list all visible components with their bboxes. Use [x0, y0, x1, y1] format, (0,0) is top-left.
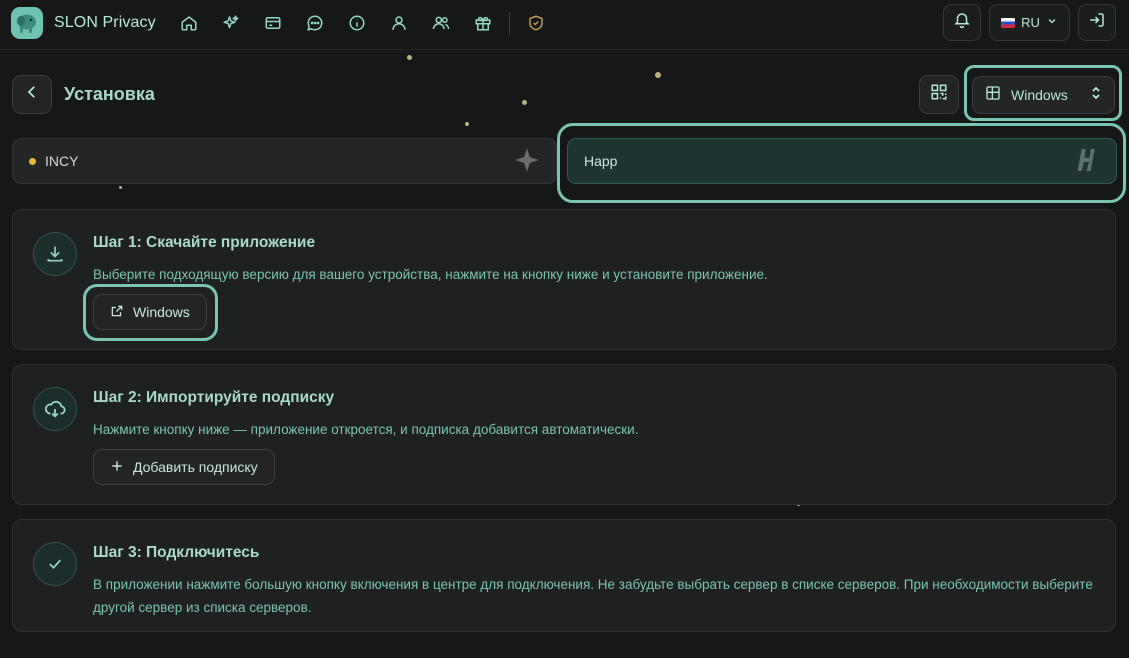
plus-icon	[110, 459, 124, 476]
users-icon[interactable]	[429, 11, 453, 35]
platform-select[interactable]: Windows	[972, 76, 1115, 114]
step-description: В приложении нажмите большую кнопку вклю…	[93, 577, 1093, 615]
happ-logo-icon	[1077, 147, 1100, 176]
back-button[interactable]	[12, 75, 52, 114]
status-dot	[29, 157, 36, 165]
step-card-connect: Шаг 3: Подключитесь В приложении нажмите…	[12, 519, 1116, 632]
download-icon	[33, 232, 77, 276]
app-option-label: INCY	[45, 153, 79, 169]
brand-name: SLON Privacy	[54, 14, 156, 31]
bell-icon	[953, 11, 971, 34]
chevron-up-down-icon	[1090, 85, 1102, 106]
user-icon[interactable]	[387, 11, 411, 35]
logout-icon	[1088, 11, 1106, 34]
platform-select-value: Windows	[1011, 87, 1068, 103]
language-label: RU	[1021, 15, 1040, 30]
external-link-icon	[110, 304, 124, 321]
qr-code-icon	[930, 83, 948, 106]
step-title: Шаг 2: Импортируйте подписку	[93, 389, 335, 406]
step-title: Шаг 1: Скачайте приложение	[93, 234, 316, 251]
app-option-label: Happ	[584, 153, 618, 169]
card-icon[interactable]	[261, 11, 285, 35]
chat-icon[interactable]	[303, 11, 327, 35]
incy-logo-icon	[514, 147, 540, 176]
sparkles-icon[interactable]	[219, 11, 243, 35]
qr-code-button[interactable]	[919, 75, 959, 114]
check-icon	[33, 542, 77, 586]
step-description: Выберите подходящую версию для вашего ус…	[93, 267, 768, 282]
elephant-logo-icon	[11, 7, 43, 39]
step-card-download: Шаг 1: Скачайте приложение Выберите подх…	[12, 209, 1116, 350]
button-label: Windows	[133, 304, 190, 320]
step-title: Шаг 3: Подключитесь	[93, 544, 260, 561]
page-title: Установка	[64, 84, 155, 104]
step-card-import: Шаг 2: Импортируйте подписку Нажмите кно…	[12, 364, 1116, 505]
windows-icon	[985, 85, 1001, 106]
language-selector[interactable]: RU	[989, 4, 1070, 41]
brand[interactable]: SLON Privacy	[11, 7, 156, 39]
chevron-left-icon	[23, 83, 41, 106]
home-icon[interactable]	[177, 11, 201, 35]
chevron-down-icon	[1046, 15, 1058, 30]
nav-divider	[509, 12, 510, 34]
cloud-download-icon	[33, 387, 77, 431]
download-windows-button[interactable]: Windows	[93, 294, 207, 330]
step-description: Нажмите кнопку ниже — приложение откроет…	[93, 422, 639, 437]
button-label: Добавить подписку	[133, 459, 258, 475]
gift-icon[interactable]	[471, 11, 495, 35]
add-subscription-button[interactable]: Добавить подписку	[93, 449, 275, 485]
app-option-incy[interactable]: INCY	[12, 138, 557, 184]
notifications-button[interactable]	[943, 4, 981, 41]
russia-flag-icon	[1001, 17, 1016, 28]
app-option-happ[interactable]: Happ	[567, 138, 1117, 184]
main-nav	[177, 11, 566, 35]
shield-icon[interactable]	[524, 11, 548, 35]
top-bar: SLON Privacy RU	[0, 0, 1129, 50]
info-icon[interactable]	[345, 11, 369, 35]
logout-button[interactable]	[1078, 4, 1116, 41]
